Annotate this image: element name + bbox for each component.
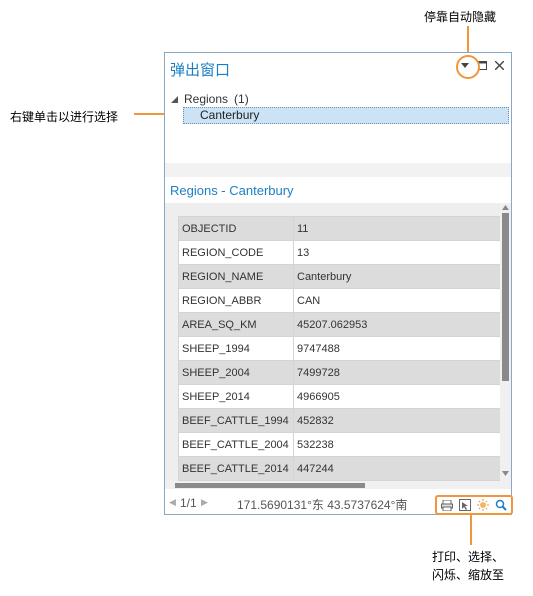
tree-layer-row[interactable]: Regions (1): [171, 91, 249, 107]
field-name: AREA_SQ_KM: [178, 312, 294, 337]
field-value: 447244: [293, 456, 502, 481]
table-row: BEEF_CATTLE_1994 452832: [178, 408, 502, 433]
select-icon[interactable]: [458, 498, 472, 512]
field-value: 11: [293, 216, 502, 241]
table-row: SHEEP_2014 4966905: [178, 384, 502, 409]
vertical-scroll-thumb[interactable]: [502, 213, 509, 381]
field-name: BEEF_CATTLE_2004: [178, 432, 294, 457]
pane-title: 弹出窗口: [170, 62, 231, 79]
field-name: OBJECTID: [178, 216, 294, 241]
next-page-icon[interactable]: ▶: [201, 497, 208, 508]
field-name: SHEEP_2014: [178, 384, 294, 409]
field-value: 9747488: [293, 336, 502, 361]
field-value: 45207.062953: [293, 312, 502, 337]
callout-auto-hide: 停靠自动隐藏: [424, 10, 497, 24]
callout-tools-1: 打印、选择、: [432, 550, 505, 564]
field-value: 452832: [293, 408, 502, 433]
field-value: CAN: [293, 288, 502, 313]
flash-icon[interactable]: [476, 498, 490, 512]
field-value: Canterbury: [293, 264, 502, 289]
close-icon[interactable]: [493, 59, 505, 71]
table-row: BEEF_CATTLE_2014 447244: [178, 456, 502, 481]
field-name: SHEEP_2004: [178, 360, 294, 385]
tree-layer-name: Regions: [184, 92, 229, 106]
field-name: REGION_ABBR: [178, 288, 294, 313]
attribute-table: OBJECTID 11 REGION_CODE 13 REGION_NAME Canter…: [178, 216, 502, 481]
field-name: REGION_CODE: [178, 240, 294, 265]
print-icon[interactable]: [440, 498, 454, 512]
tree-layer-count: (1): [234, 92, 249, 106]
horizontal-scrollbar[interactable]: [165, 481, 500, 489]
table-row: OBJECTID 11: [178, 216, 502, 241]
table-row: SHEEP_1994 9747488: [178, 336, 502, 361]
field-name: BEEF_CATTLE_2014: [178, 456, 294, 481]
callout-circle-dropdown: [456, 55, 480, 79]
coordinates: 171.5690131°东 43.5737624°南: [237, 498, 408, 512]
field-value: 13: [293, 240, 502, 265]
horizontal-scroll-thumb[interactable]: [175, 483, 365, 488]
table-row: SHEEP_2004 7499728: [178, 360, 502, 385]
table-row: AREA_SQ_KM 45207.062953: [178, 312, 502, 337]
table-row: REGION_CODE 13: [178, 240, 502, 265]
field-name: BEEF_CATTLE_1994: [178, 408, 294, 433]
table-row: REGION_ABBR CAN: [178, 288, 502, 313]
field-value: 4966905: [293, 384, 502, 409]
field-value: 532238: [293, 432, 502, 457]
collapse-icon[interactable]: [171, 95, 178, 103]
field-name: REGION_NAME: [178, 264, 294, 289]
tree-feature-canterbury[interactable]: Canterbury: [183, 107, 509, 124]
prev-page-icon[interactable]: ◀: [169, 497, 176, 508]
field-value: 7499728: [293, 360, 502, 385]
table-row: REGION_NAME Canterbury: [178, 264, 502, 289]
page-indicator: 1/1: [180, 496, 197, 510]
status-bar: ◀ 1/1 ▶ 171.5690131°东 43.5737624°南: [165, 493, 513, 515]
attribute-table-area: OBJECTID 11 REGION_CODE 13 REGION_NAME Canter…: [165, 203, 511, 489]
callout-right-click: 右键单击以进行选择: [10, 110, 119, 124]
zoom-icon[interactable]: [494, 498, 508, 512]
callout-tools-2: 闪烁、缩放至: [432, 568, 505, 582]
layer-tree: Regions (1): [171, 91, 249, 107]
divider-band: [165, 163, 511, 177]
popup-pane: 弹出窗口 Regions (1) Canterbury Regions - Ca…: [164, 52, 513, 515]
feature-title: Regions - Canterbury: [170, 183, 294, 198]
field-name: SHEEP_1994: [178, 336, 294, 361]
vertical-scrollbar[interactable]: [500, 203, 511, 489]
callout-line-tools: [470, 515, 472, 545]
table-row: BEEF_CATTLE_2004 532238: [178, 432, 502, 457]
tools-group: [435, 495, 513, 515]
